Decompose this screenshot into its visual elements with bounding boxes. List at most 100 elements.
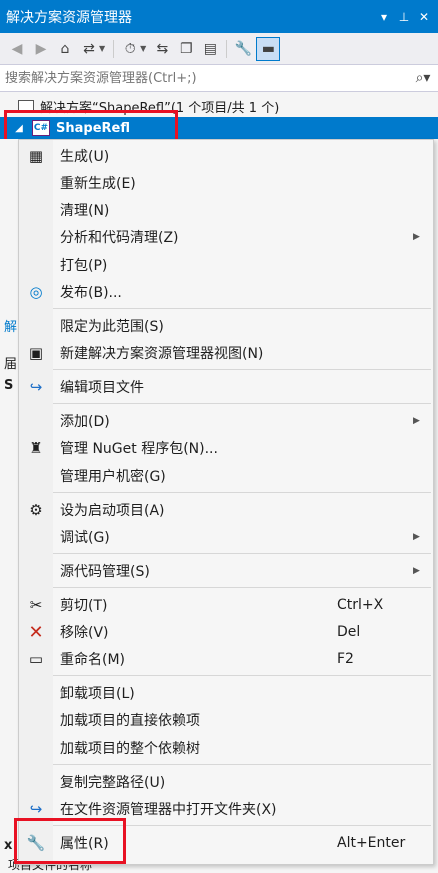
menu-item-label: 重新生成(E) [60,176,136,192]
menu-item-cut[interactable]: ✂ 剪切(T) Ctrl+X [19,592,433,618]
search-bar: ⌕▾ [0,64,438,92]
menu-item-label: 加载项目的整个依赖树 [60,741,200,757]
switch-views-dropdown-icon[interactable]: ▼ [99,44,105,53]
submenu-arrow-icon: ▶ [413,416,420,426]
nuget-icon: ♜ [29,439,43,457]
search-input[interactable] [0,65,408,91]
build-icon: ▦ [28,147,44,165]
menu-item-nuget[interactable]: ♜ 管理 NuGet 程序包(N)... [19,435,433,461]
menu-separator [53,308,431,309]
properties-wrench-icon[interactable]: 🔧 [232,38,254,60]
menu-item-label: 打包(P) [60,258,108,274]
submenu-arrow-icon: ▶ [413,532,420,542]
menu-item-label: 编辑项目文件 [60,380,144,396]
edit-arrow-icon: ↪ [29,378,43,396]
menu-item-label: 源代码管理(S) [60,564,150,580]
menu-item-rename[interactable]: ▭ 重命名(M) F2 [19,646,433,672]
remove-x-icon: ✕ [28,621,44,643]
menu-item-label: 管理用户机密(G) [60,469,166,485]
preview-icon[interactable]: ▬ [256,36,281,61]
menu-item-label: 清理(N) [60,203,110,219]
menu-item-pack[interactable]: 打包(P) [19,252,433,278]
menu-item-label: 复制完整路径(U) [60,775,166,791]
pending-changes-filter-icon[interactable]: ⏱ [119,38,141,60]
bg-text-d: x [4,838,13,853]
menu-item-add[interactable]: 添加(D) ▶ [19,408,433,434]
background-panel [0,139,18,869]
menu-item-label: 设为启动项目(A) [60,503,165,519]
scissors-icon: ✂ [29,596,43,614]
menu-item-label: 剪切(T) [60,598,108,614]
window-title: 解决方案资源管理器 [6,9,132,26]
menu-item-copy-path[interactable]: 复制完整路径(U) [19,769,433,795]
menu-item-label: 管理 NuGet 程序包(N)... [60,441,218,457]
filter-dropdown-icon[interactable]: ▼ [140,44,146,53]
menu-item-publish[interactable]: ◎ 发布(B)... [19,279,433,305]
highlight-box-properties [14,818,126,864]
menu-item-rebuild[interactable]: 重新生成(E) [19,170,433,196]
menu-separator [53,403,431,404]
menu-item-remove[interactable]: ✕ 移除(V) Del [19,619,433,645]
menu-item-edit-project[interactable]: ↪ 编辑项目文件 [19,374,433,400]
submenu-arrow-icon: ▶ [413,566,420,576]
menu-item-build[interactable]: ▦ 生成(U) [19,143,433,169]
explorer-toolbar: ◀ ▶ ⌂ ⇄ ▼ ⏱ ▼ ⇆ ❐ ▤ 🔧 ▬ [0,33,438,64]
menu-separator [53,553,431,554]
menu-item-label: 移除(V) [60,625,109,641]
menu-item-shortcut: F2 [337,651,354,667]
bg-text-b: 届 [4,357,18,372]
collapse-all-icon[interactable]: ❐ [175,38,197,60]
menu-item-label: 卸载项目(L) [60,686,135,702]
menu-separator [53,492,431,493]
menu-item-shortcut: Ctrl+X [337,597,384,613]
menu-item-scope[interactable]: 限定为此范围(S) [19,313,433,339]
bg-text-a: 解 [4,320,18,335]
sync-icon[interactable]: ⇆ [151,38,173,60]
open-folder-arrow-icon: ↪ [29,800,43,818]
menu-item-label: 分析和代码清理(Z) [60,230,179,246]
menu-item-label: 重命名(M) [60,652,126,668]
tool-window-titlebar: 解决方案资源管理器 ▾ ⊥ ✕ [0,0,438,33]
menu-item-label: 生成(U) [60,149,110,165]
menu-item-label: 添加(D) [60,414,110,430]
menu-item-label: 加载项目的直接依赖项 [60,713,200,729]
menu-separator [53,764,431,765]
menu-item-load-direct-deps[interactable]: 加载项目的直接依赖项 [19,707,433,733]
menu-item-set-startup[interactable]: ⚙ 设为启动项目(A) [19,497,433,523]
menu-item-unload[interactable]: 卸载项目(L) [19,680,433,706]
search-icon[interactable]: ⌕▾ [408,70,438,86]
pin-icon[interactable]: ⊥ [396,10,412,24]
menu-item-new-view[interactable]: ▣ 新建解决方案资源管理器视图(N) [19,340,433,366]
bg-text-c: S [4,378,14,393]
menu-item-label: 限定为此范围(S) [60,319,164,335]
menu-item-label: 新建解决方案资源管理器视图(N) [60,346,264,362]
home-icon[interactable]: ⌂ [54,38,76,60]
menu-separator [53,587,431,588]
switch-views-icon[interactable]: ⇄ [78,38,100,60]
submenu-arrow-icon: ▶ [413,232,420,242]
toolbar-separator [113,39,115,58]
rename-icon: ▭ [28,650,44,668]
window-position-dropdown-icon[interactable]: ▾ [376,10,392,24]
show-all-files-icon[interactable]: ▤ [199,38,221,60]
menu-item-debug[interactable]: 调试(G) ▶ [19,524,433,550]
menu-item-clean[interactable]: 清理(N) [19,197,433,223]
menu-item-user-secrets[interactable]: 管理用户机密(G) [19,463,433,489]
menu-item-source-control[interactable]: 源代码管理(S) ▶ [19,558,433,584]
menu-item-load-dep-tree[interactable]: 加载项目的整个依赖树 [19,735,433,761]
menu-separator [53,675,431,676]
menu-item-shortcut: Del [337,624,361,640]
menu-item-label: 在文件资源管理器中打开文件夹(X) [60,802,277,818]
back-icon[interactable]: ◀ [6,38,28,60]
menu-item-label: 调试(G) [60,530,110,546]
toolbar-separator [226,39,228,58]
menu-item-shortcut: Alt+Enter [337,835,406,851]
publish-globe-icon: ◎ [29,283,43,301]
forward-icon[interactable]: ▶ [30,38,52,60]
menu-item-label: 发布(B)... [60,285,122,301]
context-menu: ▦ 生成(U) 重新生成(E) 清理(N) 分析和代码清理(Z) ▶ 打包(P)… [18,139,434,865]
menu-separator [53,369,431,370]
menu-item-analyze[interactable]: 分析和代码清理(Z) ▶ [19,224,433,250]
close-icon[interactable]: ✕ [416,10,432,24]
new-view-icon: ▣ [28,344,44,362]
